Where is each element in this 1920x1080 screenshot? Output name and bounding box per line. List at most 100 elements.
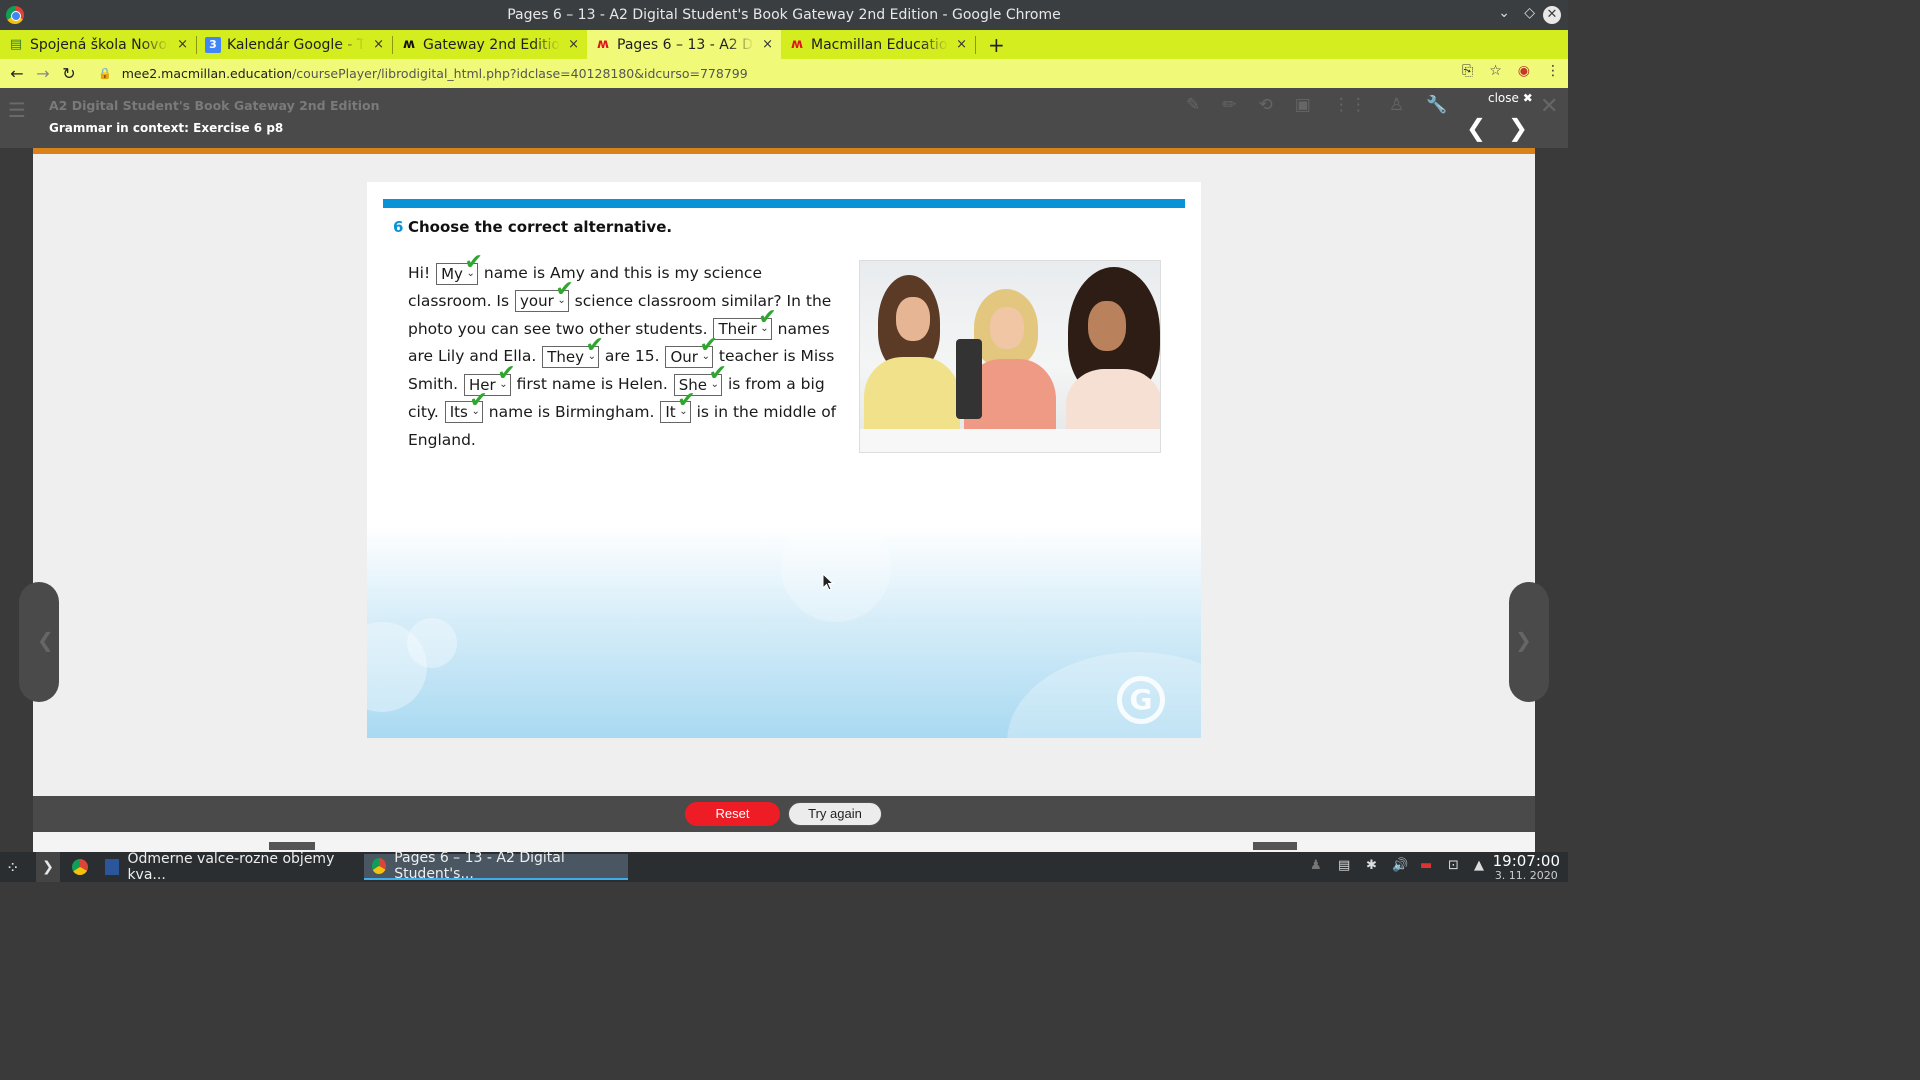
chrome-icon [372, 858, 387, 874]
answer-dropdown-4[interactable]: They ⌄ ✔ [542, 334, 604, 368]
user-icon[interactable]: ♙ [1389, 95, 1404, 115]
minimize-icon[interactable]: ⌄ [1498, 5, 1510, 21]
correct-check-icon: ✔ [497, 360, 516, 386]
chrome-launcher-icon[interactable] [70, 852, 90, 882]
tab-close-icon[interactable]: × [177, 37, 188, 52]
system-clock[interactable]: 19:07:00 3. 11. 2020 [1493, 852, 1560, 882]
answer-value: They [547, 347, 584, 366]
side-next-button[interactable]: ❯ [1509, 582, 1549, 702]
mouse-cursor-icon [822, 573, 835, 591]
side-prev-button[interactable]: ❮ [19, 582, 59, 702]
keyboard-layout-icon[interactable]: ▬ [1420, 858, 1432, 873]
scrollbar-thumb[interactable] [269, 842, 315, 850]
decor-bubble [781, 512, 891, 622]
undo-icon[interactable]: ⟲ [1259, 95, 1273, 115]
player-tools: ✎ ✏ ⟲ ▣ ⋮⋮ ♙ 🔧 [1186, 95, 1447, 115]
answer-value: Their [718, 320, 757, 339]
correct-check-icon: ✔ [464, 249, 483, 275]
correct-check-icon: ✔ [708, 360, 728, 386]
photo-shape [990, 307, 1024, 349]
hamburger-menu-icon[interactable]: ☰ [8, 98, 26, 122]
tab-close-icon[interactable]: × [762, 37, 773, 52]
pencil-icon[interactable]: ✏ [1222, 95, 1236, 115]
tab-close-icon[interactable]: × [956, 37, 967, 52]
tab-spojena-skola[interactable]: ▤ Spojená škola Novohr × [0, 30, 196, 59]
translate-icon[interactable]: ⎘ [1462, 63, 1473, 79]
exercise-text: Hi! My ⌄ ✔ name is Amy and this is my scie… [408, 251, 848, 455]
answer-dropdown-9[interactable]: It ⌄ ✔ [660, 390, 696, 424]
macmillan-icon: ʍ [790, 36, 803, 52]
exercise-title: Grammar in context: Exercise 6 p8 [49, 121, 284, 135]
text-segment: Hi! [408, 264, 436, 282]
next-page-icon[interactable]: ❯ [1508, 114, 1528, 142]
answer-dropdown-8[interactable]: Its ⌄ ✔ [444, 390, 488, 424]
maximize-icon[interactable]: ◇ [1524, 5, 1535, 21]
reset-button[interactable]: Reset [685, 802, 780, 826]
answer-value: your [520, 292, 554, 311]
wrench-icon[interactable]: 🔧 [1426, 95, 1447, 115]
taskbar-window-document[interactable]: Odmerne valce-rozne objemy kva... [97, 851, 361, 883]
answer-dropdown-1[interactable]: My ⌄ ✔ [436, 251, 483, 285]
tab-close-icon[interactable]: × [568, 37, 579, 52]
classroom-icon: ▤ [9, 36, 23, 52]
clipboard-icon[interactable]: ▤ [1338, 858, 1350, 873]
photo-shape [896, 297, 930, 341]
macmillan-icon: ʍ [596, 36, 609, 52]
tab-pages-6-13[interactable]: ʍ Pages 6 – 13 - A2 Digit × [587, 30, 781, 59]
tab-strip: ▤ Spojená škola Novohr × 3 Kalendár Goog… [0, 30, 1568, 59]
tab-label: Gateway 2nd Edition A [423, 36, 560, 53]
try-again-button[interactable]: Try again [788, 802, 882, 826]
decor-bubble [407, 618, 457, 668]
taskbar-window-chrome[interactable]: Pages 6 – 13 - A2 Digital Student's... [364, 850, 628, 882]
player-header: ☰ A2 Digital Student's Book Gateway 2nd … [0, 88, 1568, 148]
close-icon[interactable]: ✕ [1540, 94, 1558, 119]
highlighter-icon[interactable]: ✎ [1186, 95, 1200, 115]
scrollbar-thumb[interactable] [1253, 842, 1297, 850]
bookmark-star-icon[interactable]: ☆ [1489, 63, 1502, 79]
answer-value: It [665, 403, 676, 422]
app-launcher-icon[interactable]: ⁘ [6, 852, 19, 882]
tab-label: Macmillan Education [811, 36, 949, 53]
exercise-instruction: Choose the correct alternative. [408, 218, 673, 236]
answer-dropdown-2[interactable]: your ⌄ ✔ [515, 279, 574, 313]
volume-icon[interactable]: 🔊 [1392, 858, 1408, 873]
window-close-icon[interactable]: ✕ [1543, 6, 1561, 24]
tab-gateway-2nd-edition[interactable]: ʍ Gateway 2nd Edition A × [393, 30, 587, 59]
lock-icon: 🔒 [98, 67, 112, 80]
close-button[interactable]: close ✖ [1488, 91, 1533, 105]
photo-shape [1088, 301, 1126, 351]
screen-icon[interactable]: ▣ [1295, 95, 1311, 115]
grid-icon[interactable]: ⋮⋮ [1333, 95, 1367, 115]
document-icon [105, 859, 120, 875]
clock-time: 19:07:00 [1492, 852, 1560, 870]
desk-shape [860, 429, 1160, 452]
back-icon[interactable]: ← [4, 64, 30, 83]
network-icon[interactable]: ⊡ [1448, 858, 1459, 873]
new-tab-button[interactable]: + [988, 33, 1005, 57]
chrome-menu-icon[interactable]: ⋮ [1546, 63, 1560, 79]
reload-icon[interactable]: ↻ [56, 64, 82, 83]
chevron-right-icon: ❯ [1515, 628, 1532, 652]
terminal-icon[interactable]: ❯ [36, 852, 60, 882]
chevron-left-icon: ❮ [37, 628, 54, 652]
card-header-bar [383, 199, 1185, 208]
address-bar[interactable]: 🔒 mee2.macmillan.education /coursePlayer… [88, 62, 1504, 85]
book-title: A2 Digital Student's Book Gateway 2nd Ed… [49, 98, 380, 113]
tab-macmillan-education[interactable]: ʍ Macmillan Education × [781, 30, 975, 59]
previous-page-icon[interactable]: ❮ [1466, 114, 1486, 142]
answer-dropdown-3[interactable]: Their ⌄ ✔ [713, 307, 777, 341]
answer-dropdown-5[interactable]: Our ⌄ ✔ [665, 334, 718, 368]
profile-avatar-icon[interactable]: ◉ [1518, 63, 1530, 79]
tab-kalendar-google[interactable]: 3 Kalendár Google - Týž × [197, 30, 392, 59]
bluetooth-icon[interactable]: ✱ [1366, 858, 1377, 873]
tab-close-icon[interactable]: × [373, 37, 384, 52]
forward-icon[interactable]: → [30, 64, 56, 83]
horizontal-scrollbar[interactable] [33, 832, 1535, 852]
calendar-icon: 3 [205, 36, 221, 53]
os-taskbar: ⁘ ❯ Odmerne valce-rozne objemy kva... Pa… [0, 850, 1568, 883]
macmillan-icon: ʍ [402, 36, 415, 52]
tray-expand-icon[interactable]: ▲ [1474, 858, 1484, 873]
browser-toolbar: ← → ↻ 🔒 mee2.macmillan.education /course… [0, 59, 1568, 88]
correct-check-icon: ✔ [555, 277, 574, 303]
user-tray-icon[interactable]: ♟ [1310, 858, 1322, 873]
